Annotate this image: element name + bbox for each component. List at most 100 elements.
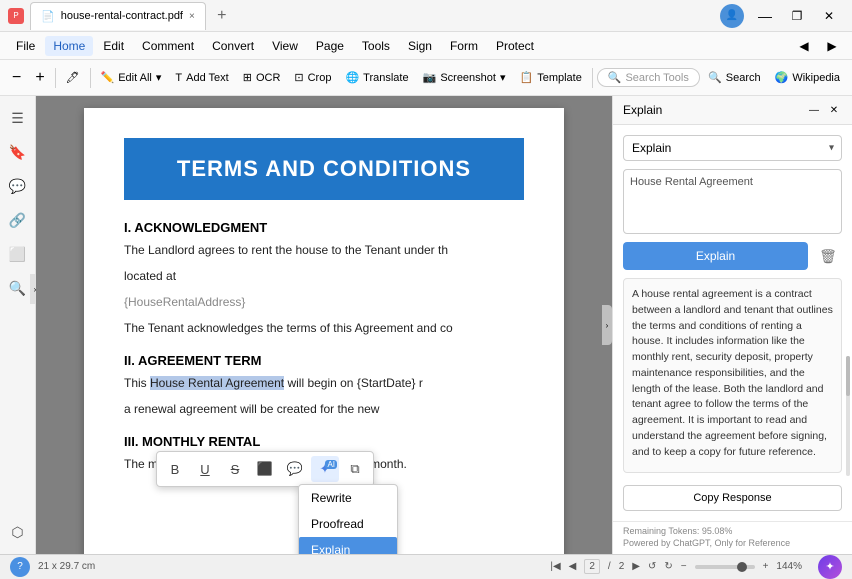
ai-badge: AI	[325, 460, 337, 469]
panel-scrollbar[interactable]	[846, 356, 850, 476]
section1-text1: The Landlord agrees to rent the house to…	[124, 241, 524, 259]
search-toolbar-icon: 🔍	[608, 71, 622, 84]
pdf-tab[interactable]: 📄 house-rental-contract.pdf ×	[30, 2, 206, 30]
markup-button[interactable]: 🖊	[60, 68, 86, 87]
trash-button[interactable]: 🗑	[814, 242, 842, 270]
screenshot-button[interactable]: 📷 Screenshot ▾	[417, 68, 512, 87]
toolbar-separator-2	[90, 68, 91, 88]
window-maximize-button[interactable]: ❐	[782, 4, 812, 28]
menu-edit[interactable]: Edit	[95, 36, 132, 56]
zoom-level: 144%	[776, 561, 802, 572]
sidebar-icon-search[interactable]: 🔍	[4, 274, 32, 302]
menu-protect[interactable]: Protect	[488, 36, 542, 56]
translate-label: Translate	[363, 72, 408, 84]
ctx-strikethrough-button[interactable]: S	[221, 456, 249, 482]
user-avatar[interactable]: 👤	[720, 4, 744, 28]
sidebar-icon-link[interactable]: 🔗	[4, 206, 32, 234]
window-minimize-button[interactable]: —	[750, 4, 780, 28]
search-toolbar-box[interactable]: 🔍 Search Tools	[597, 68, 700, 87]
ocr-button[interactable]: ⊞ OCR	[237, 68, 287, 87]
panel-controls: — ✕	[806, 102, 842, 118]
zoom-in-button[interactable]: +	[29, 66, 50, 90]
panel-minimize-button[interactable]: —	[806, 102, 822, 118]
window-close-button[interactable]: ✕	[814, 4, 844, 28]
ctx-bold-button[interactable]: B	[161, 456, 189, 482]
search-button[interactable]: 🔍 Search	[702, 68, 767, 87]
search-toolbar-placeholder: Search Tools	[625, 72, 688, 84]
right-edge-collapse-button[interactable]: ›	[602, 305, 612, 345]
sidebar-icon-thumbnail[interactable]: ☰	[4, 104, 32, 132]
dropdown-rewrite[interactable]: Rewrite	[299, 485, 397, 511]
zoom-slider[interactable]	[695, 565, 755, 569]
screenshot-label: Screenshot	[440, 72, 496, 84]
wikipedia-button[interactable]: 🌍 Wikipedia	[769, 68, 846, 87]
ctx-copy-button[interactable]: ⧉	[341, 456, 369, 482]
menu-form[interactable]: Form	[442, 36, 486, 56]
explain-select-wrapper: Explain Summarize Rewrite Proofread ▾	[623, 135, 842, 161]
ai-status-button[interactable]: ✦	[818, 555, 842, 579]
menu-file[interactable]: File	[8, 36, 43, 56]
toolbar-separator-3	[592, 68, 593, 88]
tab-close-button[interactable]: ×	[189, 11, 195, 22]
copy-response-button[interactable]: Copy Response	[623, 485, 842, 511]
ctx-comment-button[interactable]: 💬	[281, 456, 309, 482]
panel-scrollbar-thumb	[846, 356, 850, 396]
explain-action-row: Explain 🗑	[623, 242, 842, 270]
page-separator: /	[608, 561, 611, 572]
crop-button[interactable]: ⊡ Crop	[288, 68, 337, 87]
menu-tools[interactable]: Tools	[354, 36, 398, 56]
page-input[interactable]: 2	[584, 559, 600, 574]
panel-close-button[interactable]: ✕	[826, 102, 842, 118]
rotate-right-icon[interactable]: ↻	[664, 561, 672, 572]
dropdown-explain[interactable]: Explain	[299, 537, 397, 554]
first-page-icon[interactable]: |◀	[550, 561, 560, 572]
sidebar-icon-layers2[interactable]: ⬡	[4, 518, 32, 546]
menu-sign[interactable]: Sign	[400, 36, 440, 56]
title-bar: P 📄 house-rental-contract.pdf × + 👤 — ❐ …	[0, 0, 852, 32]
menu-home[interactable]: Home	[45, 36, 93, 56]
add-text-button[interactable]: T Add Text	[169, 69, 234, 87]
sidebar-icon-bookmark[interactable]: 🔖	[4, 138, 32, 166]
explain-select[interactable]: Explain Summarize Rewrite Proofread	[623, 135, 842, 161]
template-icon: 📋	[520, 71, 534, 84]
screenshot-icon: 📷	[423, 71, 437, 84]
wikipedia-label: Wikipedia	[792, 72, 840, 84]
zoom-in-icon: +	[35, 69, 44, 87]
section3-title: III. MONTHLY RENTAL	[124, 434, 524, 449]
pdf-area[interactable]: TERMS AND CONDITIONS I. ACKNOWLEDGMENT T…	[36, 96, 612, 554]
add-tab-button[interactable]: +	[210, 4, 234, 28]
nav-back-button[interactable]: ◀	[792, 34, 816, 58]
translate-button[interactable]: 🌐 Translate	[339, 68, 414, 87]
nav-forward-button[interactable]: ▶	[820, 34, 844, 58]
sidebar-icon-layers[interactable]: ⬜	[4, 240, 32, 268]
ctx-underline-button[interactable]: U	[191, 456, 219, 482]
sidebar-icon-comment[interactable]: 💬	[4, 172, 32, 200]
zoom-out-button[interactable]: −	[6, 66, 27, 90]
zoom-in-status-button[interactable]: +	[763, 561, 769, 572]
toolbar-separator-1	[55, 68, 56, 88]
translate-icon: 🌐	[345, 71, 359, 84]
dropdown-proofread[interactable]: Proofread	[299, 511, 397, 537]
menu-bar: File Home Edit Comment Convert View Page…	[0, 32, 852, 60]
explain-textarea[interactable]: House Rental Agreement	[623, 169, 842, 234]
explain-button[interactable]: Explain	[623, 242, 808, 270]
section2-text2: a renewal agreement will be created for …	[124, 400, 524, 418]
menu-view[interactable]: View	[264, 36, 306, 56]
toolbar: − + 🖊 ✏️ Edit All ▾ T Add Text ⊞ OCR ⊡ C…	[0, 60, 852, 96]
section2-text: This House Rental Agreement will begin o…	[124, 374, 524, 392]
next-page-icon[interactable]: ▶	[632, 561, 640, 572]
prev-page-icon[interactable]: ◀	[569, 561, 577, 572]
zoom-out-status-button[interactable]: −	[681, 561, 687, 572]
edit-all-button[interactable]: ✏️ Edit All ▾	[95, 68, 168, 87]
explain-panel: Explain — ✕ Explain Summarize Rewrite Pr…	[612, 96, 852, 554]
ctx-highlight-button[interactable]: ⬛	[251, 456, 279, 482]
rotate-left-icon[interactable]: ↺	[648, 561, 656, 572]
menu-comment[interactable]: Comment	[134, 36, 202, 56]
menu-page[interactable]: Page	[308, 36, 352, 56]
pdf-title: TERMS AND CONDITIONS	[124, 138, 524, 200]
template-button[interactable]: 📋 Template	[514, 68, 588, 87]
ctx-ai-button[interactable]: ✦ AI	[311, 456, 339, 482]
search-icon: 🔍	[708, 71, 722, 84]
help-button[interactable]: ?	[10, 557, 30, 577]
menu-convert[interactable]: Convert	[204, 36, 262, 56]
